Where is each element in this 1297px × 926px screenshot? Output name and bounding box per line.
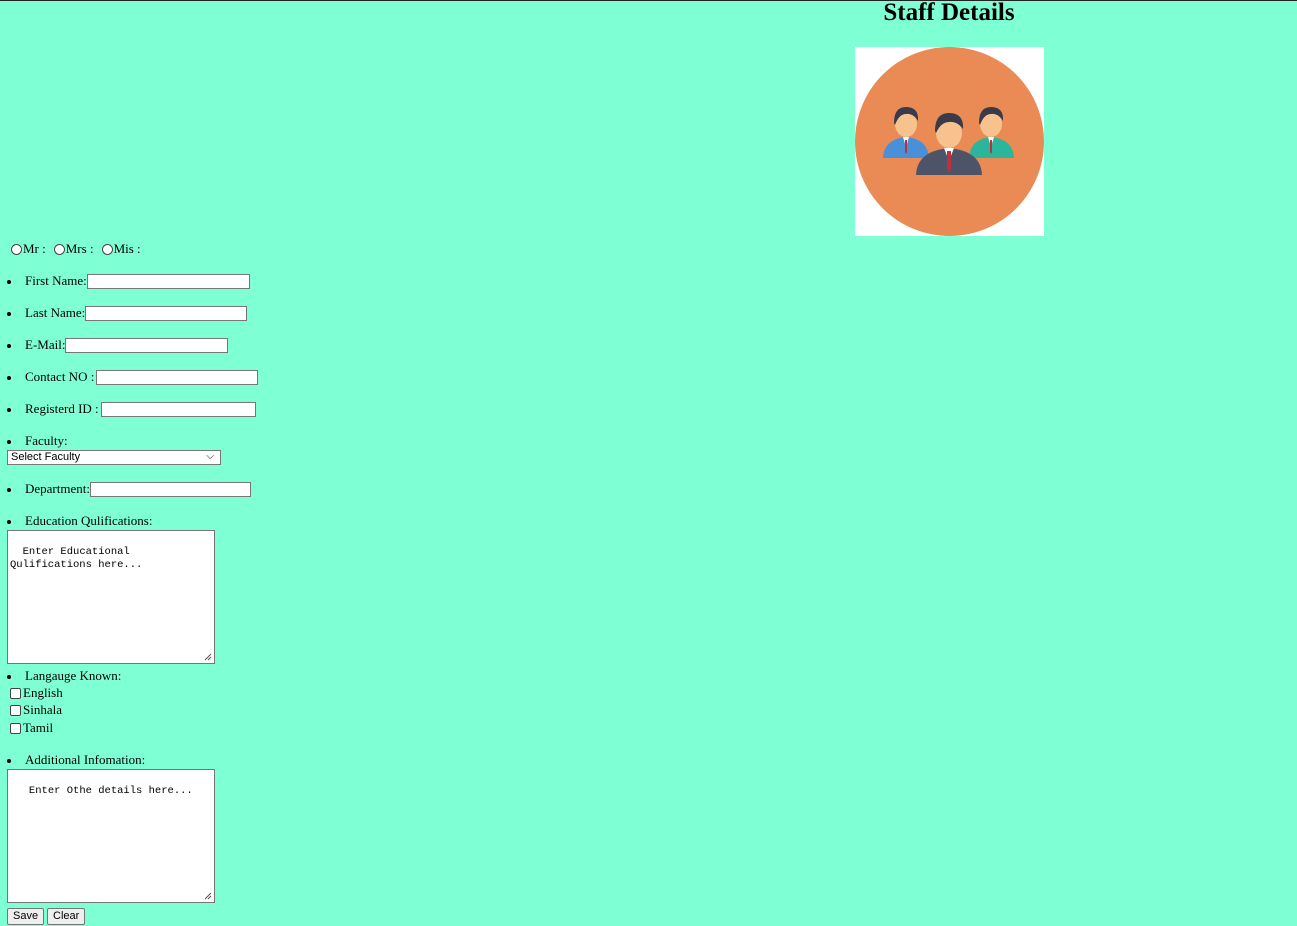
department-input[interactable] bbox=[89, 481, 251, 497]
list-bullet bbox=[7, 376, 11, 380]
radio-mis-label: Mis : bbox=[113, 241, 141, 256]
additional-textarea[interactable]: Enter Othe details here... bbox=[7, 769, 215, 903]
faculty-select[interactable]: Select Faculty ⌵ bbox=[7, 450, 221, 465]
save-button[interactable]: Save bbox=[7, 908, 45, 925]
education-label: Education Qulifications: bbox=[25, 513, 153, 528]
list-bullet bbox=[7, 759, 11, 763]
additional-label: Additional Infomation: bbox=[25, 752, 146, 767]
checkbox-tamil[interactable] bbox=[10, 722, 21, 734]
reg-id-label: Registerd ID : bbox=[25, 401, 99, 416]
list-bullet bbox=[7, 520, 11, 524]
list-bullet bbox=[7, 344, 11, 348]
checkbox-sinhala[interactable] bbox=[10, 704, 21, 716]
radio-mrs-label: Mrs : bbox=[65, 241, 94, 256]
chevron-down-icon: ⌵ bbox=[206, 451, 214, 462]
last-name-label: Last Name: bbox=[25, 305, 86, 320]
radio-mrs[interactable] bbox=[53, 243, 65, 255]
list-bullet bbox=[7, 408, 11, 412]
email-label: E-Mail: bbox=[25, 337, 66, 352]
list-bullet bbox=[7, 675, 11, 679]
page-title: Staff Details bbox=[883, 0, 1015, 26]
languages-label: Langauge Known: bbox=[25, 668, 122, 683]
radio-mr-label: Mr : bbox=[23, 241, 46, 256]
list-bullet bbox=[7, 280, 11, 284]
education-placeholder: Enter Educational Qulifications here... bbox=[10, 546, 143, 571]
resize-grip-icon[interactable] bbox=[204, 892, 212, 900]
last-name-input[interactable] bbox=[85, 305, 248, 321]
salutation-group: Mr : Mrs : Mis : bbox=[11, 241, 141, 257]
checkbox-english-label: English bbox=[23, 685, 63, 700]
radio-mis[interactable] bbox=[101, 243, 113, 255]
faculty-label: Faculty: bbox=[25, 433, 68, 448]
first-name-label: First Name: bbox=[25, 273, 87, 288]
additional-placeholder: Enter Othe details here... bbox=[22, 785, 193, 797]
clear-button[interactable]: Clear bbox=[47, 908, 86, 925]
resize-grip-icon[interactable] bbox=[204, 653, 212, 661]
first-name-input[interactable] bbox=[86, 273, 250, 289]
list-bullet bbox=[7, 488, 11, 492]
faculty-selected-value: Select Faculty bbox=[11, 451, 81, 463]
checkbox-english[interactable] bbox=[10, 687, 21, 699]
email-input[interactable] bbox=[65, 337, 229, 353]
checkbox-sinhala-label: Sinhala bbox=[23, 702, 62, 717]
radio-mr[interactable] bbox=[11, 243, 22, 255]
education-textarea[interactable]: Enter Educational Qulifications here... bbox=[7, 530, 215, 664]
staff-group-icon bbox=[855, 47, 1044, 236]
checkbox-tamil-label: Tamil bbox=[23, 720, 54, 735]
list-bullet bbox=[7, 312, 11, 316]
contact-input[interactable] bbox=[96, 369, 259, 385]
list-bullet bbox=[7, 440, 11, 444]
contact-label: Contact NO : bbox=[25, 369, 95, 384]
reg-id-input[interactable] bbox=[100, 401, 256, 417]
department-label: Department: bbox=[25, 481, 90, 496]
